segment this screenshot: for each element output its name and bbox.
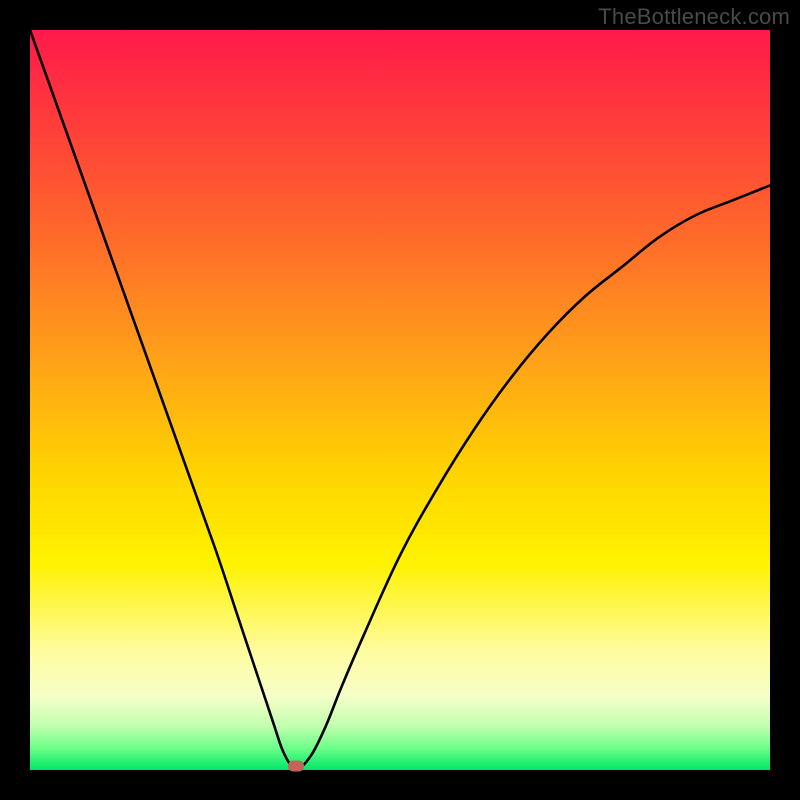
chart-frame: TheBottleneck.com <box>0 0 800 800</box>
bottleneck-curve <box>30 30 770 770</box>
optimal-marker <box>288 761 304 772</box>
watermark-text: TheBottleneck.com <box>598 4 790 30</box>
plot-area <box>30 30 770 770</box>
